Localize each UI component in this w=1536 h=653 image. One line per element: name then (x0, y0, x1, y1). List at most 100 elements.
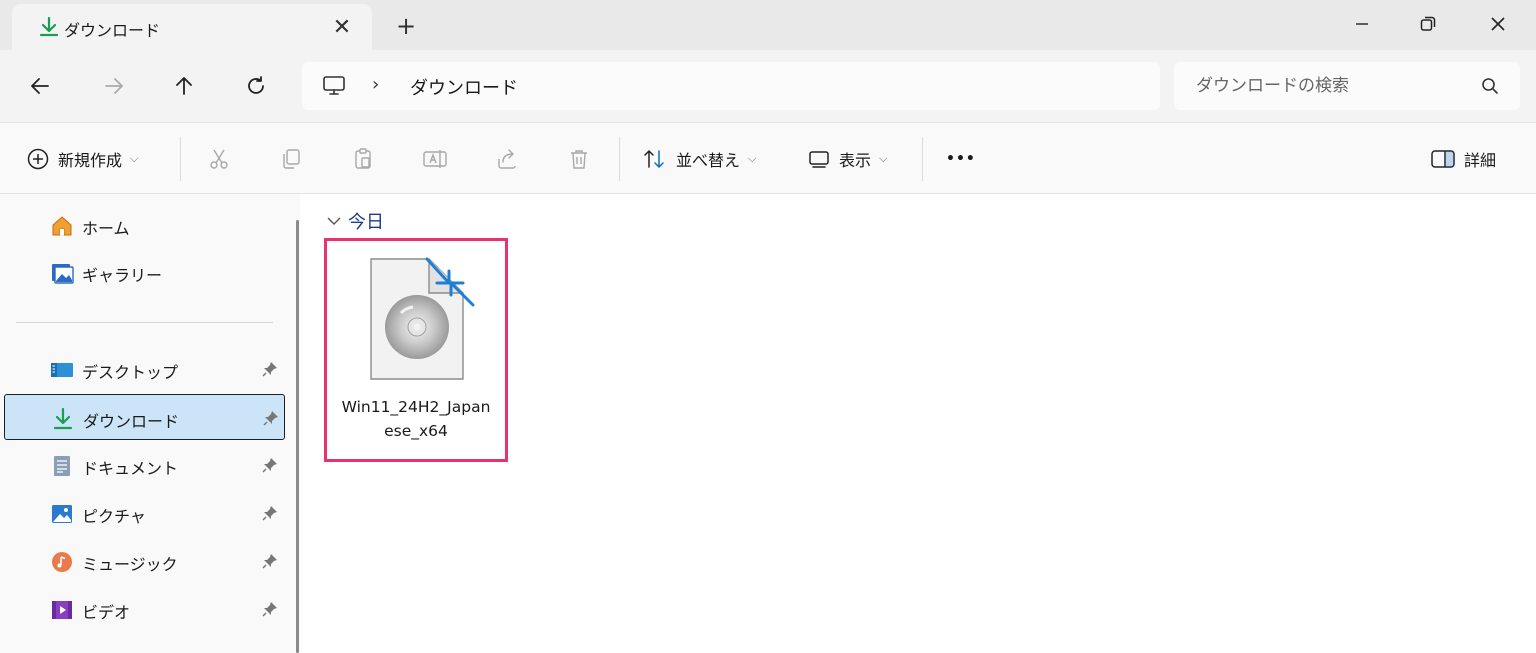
file-name: Win11_24H2_Japanese_x64 (341, 398, 491, 440)
rename-icon (423, 150, 447, 168)
close-window-button[interactable] (1474, 6, 1522, 42)
command-bar: 新規作成 ⌵ 並べ替え ⌵ 表示 ⌵ ••• 詳細 (0, 122, 1536, 194)
refresh-button[interactable] (238, 68, 274, 104)
rename-button[interactable] (419, 143, 451, 175)
title-bar: ダウンロード ✕ + (0, 0, 1536, 50)
sidebar-item-videos[interactable]: ビデオ (4, 586, 285, 632)
pin-icon[interactable] (262, 601, 278, 621)
chevron-down-icon: ⌵ (879, 152, 888, 165)
plus-circle-icon (27, 148, 49, 170)
videos-icon (50, 598, 74, 622)
sidebar-item-label: ギャラリー (82, 266, 163, 285)
sidebar-item-label: ビデオ (82, 603, 131, 622)
download-icon (51, 407, 75, 431)
address-bar[interactable]: › ダウンロード (302, 62, 1160, 110)
gallery-icon (50, 261, 74, 285)
more-options-button[interactable]: ••• (946, 143, 976, 175)
restore-icon (1420, 16, 1436, 31)
sidebar-scrollbar[interactable] (296, 220, 299, 653)
tab-close-icon[interactable]: ✕ (328, 13, 356, 41)
sidebar-item-label: ダウンロード (83, 412, 180, 431)
view-icon (809, 151, 829, 168)
this-pc-icon[interactable] (322, 75, 346, 101)
search-icon[interactable] (1480, 76, 1500, 100)
arrow-right-icon (105, 78, 123, 94)
sidebar-item-home[interactable]: ホーム (4, 202, 285, 248)
breadcrumb-separator[interactable]: › (372, 74, 379, 95)
search-box[interactable] (1174, 62, 1520, 110)
sidebar-item-label: ミュージック (82, 555, 178, 574)
clipboard-icon (355, 148, 371, 169)
sidebar-item-label: デスクトップ (82, 363, 179, 382)
forward-button[interactable] (96, 68, 132, 104)
scissors-icon (210, 149, 228, 169)
music-icon (50, 550, 74, 574)
divider (922, 137, 923, 181)
pin-icon[interactable] (262, 361, 278, 381)
back-button[interactable] (22, 68, 58, 104)
chevron-down-icon: ⌵ (748, 152, 757, 165)
search-input[interactable] (1196, 74, 1466, 98)
documents-icon (50, 454, 74, 478)
sort-label: 並べ替え (676, 151, 741, 170)
share-icon (498, 149, 516, 169)
new-tab-button[interactable]: + (392, 12, 420, 40)
sidebar-item-music[interactable]: ミュージック (4, 538, 285, 584)
view-button[interactable]: 表示 ⌵ (807, 143, 887, 175)
pictures-icon (50, 502, 74, 526)
paste-button[interactable] (347, 143, 379, 175)
sidebar-item-pictures[interactable]: ピクチャ (4, 490, 285, 536)
group-header-today[interactable]: 今日 (326, 208, 384, 234)
refresh-icon (248, 76, 264, 94)
divider (619, 137, 620, 181)
disc-image-file-icon (367, 255, 479, 387)
copy-button[interactable] (275, 143, 307, 175)
up-button[interactable] (166, 68, 202, 104)
details-label: 詳細 (1464, 151, 1497, 170)
divider (180, 137, 181, 181)
home-icon (50, 214, 74, 238)
minimize-button[interactable] (1338, 6, 1386, 42)
maximize-button[interactable] (1404, 6, 1452, 42)
minimize-icon (1356, 23, 1368, 25)
tab-title: ダウンロード (64, 21, 161, 40)
sidebar-item-label: ピクチャ (82, 507, 146, 526)
sidebar-item-documents[interactable]: ドキュメント (4, 442, 285, 488)
navigation-bar: › ダウンロード (0, 50, 1536, 122)
share-button[interactable] (491, 143, 523, 175)
delete-button[interactable] (563, 143, 595, 175)
desktop-icon (50, 358, 74, 382)
sidebar-item-label: ドキュメント (82, 459, 179, 478)
sidebar-item-desktop[interactable]: デスクトップ (4, 346, 285, 392)
pin-icon[interactable] (262, 457, 278, 477)
pin-icon[interactable] (262, 505, 278, 525)
chevron-down-icon[interactable] (326, 211, 342, 232)
arrow-up-icon (176, 77, 192, 95)
sort-icon (644, 150, 664, 168)
more-icon: ••• (946, 151, 976, 167)
tab-downloads[interactable]: ダウンロード ✕ (12, 4, 372, 50)
sidebar-item-label: ホーム (82, 219, 130, 238)
pin-icon[interactable] (263, 410, 279, 430)
file-item[interactable]: Win11_24H2_Japanese_x64 (324, 238, 508, 462)
pin-icon[interactable] (262, 553, 278, 573)
sidebar-item-downloads[interactable]: ダウンロード (4, 394, 285, 440)
breadcrumb-downloads[interactable]: ダウンロード (410, 74, 518, 100)
close-icon (1491, 17, 1505, 31)
copy-icon (283, 149, 300, 169)
cut-button[interactable] (203, 143, 235, 175)
view-label: 表示 (839, 151, 872, 170)
arrow-left-icon (31, 78, 49, 94)
sidebar-divider (16, 322, 273, 323)
details-pane-icon (1431, 150, 1455, 168)
chevron-down-icon: ⌵ (130, 152, 139, 165)
sidebar-item-gallery[interactable]: ギャラリー (4, 249, 285, 295)
navigation-pane: ホーム ギャラリー デスクトップ ダウンロード ドキュメント ピクチャ ミュージ… (0, 194, 300, 653)
trash-icon (571, 150, 587, 169)
details-pane-button[interactable]: 詳細 (1430, 143, 1496, 175)
new-label: 新規作成 (58, 151, 123, 170)
sort-button[interactable]: 並べ替え ⌵ (642, 143, 756, 175)
group-label: 今日 (348, 212, 384, 233)
file-list: 今日 Win11_24H2_Japanese_x64 (300, 194, 1536, 653)
new-button[interactable]: 新規作成 ⌵ (26, 143, 138, 175)
